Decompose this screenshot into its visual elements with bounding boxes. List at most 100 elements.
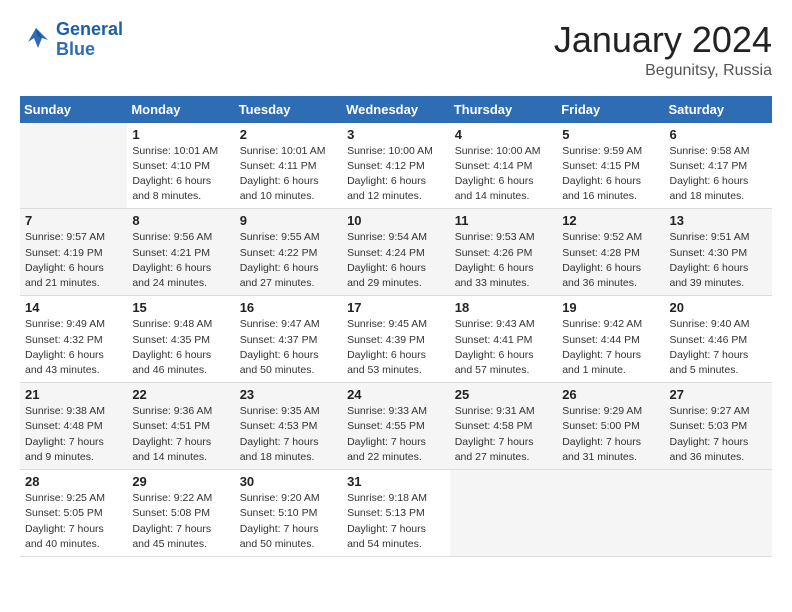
calendar-cell: 13 Sunrise: 9:51 AMSunset: 4:30 PMDayligh… [664, 209, 772, 296]
logo-icon [20, 24, 52, 56]
weekday-header-row: SundayMondayTuesdayWednesdayThursdayFrid… [20, 96, 772, 123]
calendar-cell: 30 Sunrise: 9:20 AMSunset: 5:10 PMDayligh… [235, 470, 342, 557]
day-info: Sunrise: 9:20 AMSunset: 5:10 PMDaylight:… [240, 491, 337, 552]
day-number: 23 [240, 387, 337, 402]
day-number: 30 [240, 474, 337, 489]
day-info: Sunrise: 9:49 AMSunset: 4:32 PMDaylight:… [25, 317, 122, 378]
calendar-cell: 9 Sunrise: 9:55 AMSunset: 4:22 PMDaylight… [235, 209, 342, 296]
day-number: 26 [562, 387, 659, 402]
calendar-cell: 28 Sunrise: 9:25 AMSunset: 5:05 PMDayligh… [20, 470, 127, 557]
calendar-table: SundayMondayTuesdayWednesdayThursdayFrid… [20, 96, 772, 557]
calendar-cell: 4 Sunrise: 10:00 AMSunset: 4:14 PMDayligh… [450, 123, 557, 209]
calendar-cell [450, 470, 557, 557]
calendar-week-row: 7 Sunrise: 9:57 AMSunset: 4:19 PMDaylight… [20, 209, 772, 296]
calendar-cell [20, 123, 127, 209]
day-number: 12 [562, 213, 659, 228]
day-info: Sunrise: 9:35 AMSunset: 4:53 PMDaylight:… [240, 404, 337, 465]
day-info: Sunrise: 10:01 AMSunset: 4:11 PMDaylight… [240, 144, 337, 205]
weekday-header-tuesday: Tuesday [235, 96, 342, 123]
day-number: 20 [669, 300, 767, 315]
day-number: 10 [347, 213, 445, 228]
day-number: 29 [132, 474, 229, 489]
day-number: 17 [347, 300, 445, 315]
calendar-cell: 3 Sunrise: 10:00 AMSunset: 4:12 PMDayligh… [342, 123, 450, 209]
calendar-cell: 6Sunrise: 9:58 AMSunset: 4:17 PMDaylight… [664, 123, 772, 209]
calendar-cell: 31 Sunrise: 9:18 AMSunset: 5:13 PMDayligh… [342, 470, 450, 557]
weekday-header-wednesday: Wednesday [342, 96, 450, 123]
location-title: Begunitsy, Russia [554, 62, 772, 80]
day-info: Sunrise: 9:48 AMSunset: 4:35 PMDaylight:… [132, 317, 229, 378]
logo-line2: Blue [56, 39, 95, 59]
day-info: Sunrise: 9:45 AMSunset: 4:39 PMDaylight:… [347, 317, 445, 378]
calendar-week-row: 1Sunrise: 10:01 AMSunset: 4:10 PMDayligh… [20, 123, 772, 209]
day-info: Sunrise: 9:47 AMSunset: 4:37 PMDaylight:… [240, 317, 337, 378]
title-block: January 2024 Begunitsy, Russia [554, 20, 772, 80]
day-info: Sunrise: 9:27 AMSunset: 5:03 PMDaylight:… [669, 404, 767, 465]
day-info: Sunrise: 9:54 AMSunset: 4:24 PMDaylight:… [347, 230, 445, 291]
day-number: 8 [132, 213, 229, 228]
day-info: Sunrise: 9:29 AMSunset: 5:00 PMDaylight:… [562, 404, 659, 465]
calendar-cell: 22 Sunrise: 9:36 AMSunset: 4:51 PMDayligh… [127, 383, 234, 470]
weekday-header-friday: Friday [557, 96, 664, 123]
calendar-week-row: 14Sunrise: 9:49 AMSunset: 4:32 PMDayligh… [20, 296, 772, 383]
calendar-cell: 10 Sunrise: 9:54 AMSunset: 4:24 PMDayligh… [342, 209, 450, 296]
logo-line1: General [56, 19, 123, 39]
day-info: Sunrise: 9:18 AMSunset: 5:13 PMDaylight:… [347, 491, 445, 552]
calendar-cell: 7 Sunrise: 9:57 AMSunset: 4:19 PMDaylight… [20, 209, 127, 296]
day-number: 19 [562, 300, 659, 315]
day-info: Sunrise: 9:57 AMSunset: 4:19 PMDaylight:… [25, 230, 122, 291]
calendar-cell: 21Sunrise: 9:38 AMSunset: 4:48 PMDayligh… [20, 383, 127, 470]
page-header: General Blue January 2024 Begunitsy, Rus… [20, 20, 772, 80]
day-number: 13 [669, 213, 767, 228]
calendar-cell: 14Sunrise: 9:49 AMSunset: 4:32 PMDayligh… [20, 296, 127, 383]
day-number: 27 [669, 387, 767, 402]
day-number: 22 [132, 387, 229, 402]
day-info: Sunrise: 9:42 AMSunset: 4:44 PMDaylight:… [562, 317, 659, 378]
calendar-cell: 24Sunrise: 9:33 AMSunset: 4:55 PMDayligh… [342, 383, 450, 470]
weekday-header-sunday: Sunday [20, 96, 127, 123]
calendar-cell: 16 Sunrise: 9:47 AMSunset: 4:37 PMDayligh… [235, 296, 342, 383]
day-info: Sunrise: 9:33 AMSunset: 4:55 PMDaylight:… [347, 404, 445, 465]
day-info: Sunrise: 10:00 AMSunset: 4:14 PMDaylight… [455, 144, 552, 205]
calendar-cell: 5 Sunrise: 9:59 AMSunset: 4:15 PMDaylight… [557, 123, 664, 209]
day-info: Sunrise: 9:51 AMSunset: 4:30 PMDaylight:… [669, 230, 767, 291]
day-info: Sunrise: 9:31 AMSunset: 4:58 PMDaylight:… [455, 404, 552, 465]
day-info: Sunrise: 9:36 AMSunset: 4:51 PMDaylight:… [132, 404, 229, 465]
day-info: Sunrise: 9:25 AMSunset: 5:05 PMDaylight:… [25, 491, 122, 552]
calendar-cell: 11 Sunrise: 9:53 AMSunset: 4:26 PMDayligh… [450, 209, 557, 296]
calendar-cell: 25Sunrise: 9:31 AMSunset: 4:58 PMDayligh… [450, 383, 557, 470]
day-number: 9 [240, 213, 337, 228]
day-number: 28 [25, 474, 122, 489]
day-info: Sunrise: 9:55 AMSunset: 4:22 PMDaylight:… [240, 230, 337, 291]
calendar-cell [557, 470, 664, 557]
calendar-cell: 20 Sunrise: 9:40 AMSunset: 4:46 PMDayligh… [664, 296, 772, 383]
day-number: 16 [240, 300, 337, 315]
day-info: Sunrise: 9:53 AMSunset: 4:26 PMDaylight:… [455, 230, 552, 291]
month-title: January 2024 [554, 20, 772, 60]
calendar-cell: 18Sunrise: 9:43 AMSunset: 4:41 PMDayligh… [450, 296, 557, 383]
day-info: Sunrise: 9:40 AMSunset: 4:46 PMDaylight:… [669, 317, 767, 378]
calendar-cell: 8Sunrise: 9:56 AMSunset: 4:21 PMDaylight… [127, 209, 234, 296]
weekday-header-monday: Monday [127, 96, 234, 123]
day-number: 6 [669, 127, 767, 142]
day-info: Sunrise: 9:22 AMSunset: 5:08 PMDaylight:… [132, 491, 229, 552]
calendar-cell: 27 Sunrise: 9:27 AMSunset: 5:03 PMDayligh… [664, 383, 772, 470]
day-number: 3 [347, 127, 445, 142]
day-number: 4 [455, 127, 552, 142]
day-number: 7 [25, 213, 122, 228]
day-number: 15 [132, 300, 229, 315]
day-number: 1 [132, 127, 229, 142]
calendar-cell: 2Sunrise: 10:01 AMSunset: 4:11 PMDayligh… [235, 123, 342, 209]
day-number: 18 [455, 300, 552, 315]
calendar-week-row: 28 Sunrise: 9:25 AMSunset: 5:05 PMDayligh… [20, 470, 772, 557]
day-info: Sunrise: 10:00 AMSunset: 4:12 PMDaylight… [347, 144, 445, 205]
day-number: 5 [562, 127, 659, 142]
calendar-cell: 1Sunrise: 10:01 AMSunset: 4:10 PMDayligh… [127, 123, 234, 209]
calendar-cell: 17 Sunrise: 9:45 AMSunset: 4:39 PMDayligh… [342, 296, 450, 383]
day-number: 31 [347, 474, 445, 489]
day-info: Sunrise: 9:59 AMSunset: 4:15 PMDaylight:… [562, 144, 659, 205]
day-number: 11 [455, 213, 552, 228]
day-info: Sunrise: 9:38 AMSunset: 4:48 PMDaylight:… [25, 404, 122, 465]
logo: General Blue [20, 20, 123, 60]
calendar-cell: 12Sunrise: 9:52 AMSunset: 4:28 PMDayligh… [557, 209, 664, 296]
